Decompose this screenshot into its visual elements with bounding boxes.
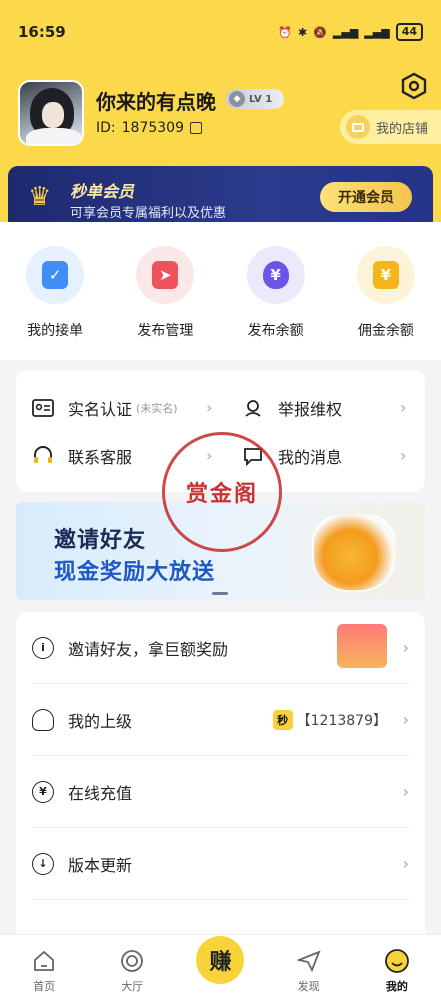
list-item-label: 版本更新 [68,855,133,875]
mute-icon: 🔕 [313,25,327,39]
user-id-label: ID: [96,120,116,136]
vip-banner[interactable]: ♛ 秒单会员 可享会员专属福利以及优惠 开通会员 [8,166,433,228]
chevron-right-icon: › [206,398,213,417]
menu-messages-label: 我的消息 [278,448,343,467]
username: 你来的有点晚 [96,90,216,114]
nav-discover[interactable]: 发现 [274,948,344,994]
user-id-value: 1875309 [121,120,184,136]
yen-circle-icon: ¥ [32,780,54,803]
carousel-indicator [212,592,228,595]
signal-icon-2: ▂▄▆ [364,25,390,39]
quick-label: 我的接单 [27,323,84,339]
level-icon: ◆ [229,91,245,107]
status-time: 16:59 [18,23,66,41]
nav-hall-label: 大厅 [121,980,144,993]
menu-support-label: 联系客服 [68,448,133,467]
paper-plane-icon [296,948,322,974]
quick-actions: ✓ 我的接单 ➤ 发布管理 ¥ 发布余额 ¥ 佣金余额 [0,222,441,360]
bottom-nav: 首页 大厅 赚 发现 我的 [0,934,441,1000]
signal-icon: ▂▄▆ [332,25,359,39]
user-id: ID: 1875309 [96,120,202,136]
earn-button[interactable]: 赚 [196,936,245,984]
nav-hall[interactable]: 大厅 [97,948,167,994]
menu-real-name[interactable]: 实名认证 (未实名) [32,396,178,420]
gift-house-image [337,624,387,668]
nav-home[interactable]: 首页 [9,948,79,994]
target-icon [119,948,145,974]
coin-jar-image [312,514,396,592]
vip-subtitle: 可享会员专属福利以及优惠 [70,206,227,221]
shield-person-icon [242,397,264,419]
menu-report-label: 举报维权 [278,400,343,419]
yen-ticket-icon: ¥ [356,246,415,304]
person-icon [32,708,54,731]
paper-plane-icon: ➤ [136,246,195,304]
quick-publish-manage[interactable]: ➤ 发布管理 [115,246,215,360]
miao-badge-icon: 秒 [272,709,293,730]
list-item-label: 在线充值 [68,783,133,803]
level-badge: ◆ LV 1 [226,89,284,109]
alarm-icon: ⏰ [278,25,292,39]
watermark-stamp: 赏金阁 [162,432,282,552]
battery-icon: 44 [395,23,423,41]
shop-icon [346,115,370,139]
avatar[interactable] [18,80,84,146]
menu-real-name-note: (未实名) [136,402,178,415]
list-item-superior[interactable]: 我的上级 秒 【1213879】 › [32,684,409,756]
quick-label: 发布余额 [247,323,304,339]
status-icons: ⏰ ✱ 🔕 ▂▄▆ ▂▄▆ 44 [278,23,423,41]
quick-label: 发布管理 [137,323,194,339]
nav-discover-label: 发现 [297,980,320,993]
clipboard-check-icon: ✓ [26,246,85,304]
promo-line1: 邀请好友 [54,528,147,553]
superior-id: 【1213879】 [296,712,387,729]
stamp-text: 赏金阁 [185,481,258,507]
money-bag-icon: ¥ [246,246,305,304]
quick-commission-balance[interactable]: ¥ 佣金余额 [336,246,436,360]
update-circle-icon: ↓ [32,852,54,875]
my-shop-label: 我的店铺 [376,121,429,137]
list-item-invite[interactable]: i 邀请好友，拿巨额奖励 › [32,612,409,684]
list-item-label: 邀请好友，拿巨额奖励 [68,639,229,659]
chevron-right-icon: › [400,398,407,417]
smiley-icon [384,948,410,974]
quick-label: 佣金余额 [357,323,414,339]
quick-my-orders[interactable]: ✓ 我的接单 [5,246,105,360]
home-icon [31,948,57,974]
headset-icon [32,445,54,467]
open-vip-button[interactable]: 开通会员 [320,182,412,212]
chevron-right-icon: › [402,782,409,801]
id-card-icon [32,397,54,419]
menu-real-name-label: 实名认证 [68,400,133,419]
chevron-right-icon: › [402,854,409,873]
menu-report[interactable]: 举报维权 [242,396,342,420]
my-shop-button[interactable]: 我的店铺 [340,110,441,144]
chevron-right-icon: › [402,638,409,657]
quick-publish-balance[interactable]: ¥ 发布余额 [226,246,326,360]
info-circle-icon: i [32,636,54,659]
nav-home-label: 首页 [33,980,56,993]
list-item-recharge[interactable]: ¥ 在线充值 › [32,756,409,828]
menu-support[interactable]: 联系客服 [32,444,132,468]
nav-mine-label: 我的 [385,980,408,993]
level-text: LV 1 [249,93,273,105]
promo-line2: 现金奖励大放送 [54,560,216,585]
chevron-right-icon: › [402,710,409,729]
copy-icon[interactable] [190,122,202,134]
list-item-update[interactable]: ↓ 版本更新 › [32,828,409,900]
bluetooth-icon: ✱ [297,25,308,39]
nav-earn[interactable]: 赚 [185,936,255,994]
chevron-right-icon: › [400,446,407,465]
nav-mine[interactable]: 我的 [362,948,432,994]
crown-icon: ♛ [28,182,52,212]
status-bar: 16:59 ⏰ ✱ 🔕 ▂▄▆ ▂▄▆ 44 [0,0,441,64]
settings-hexagon-icon[interactable] [400,72,428,100]
list-item-label: 我的上级 [68,711,133,731]
superior-value: 秒 【1213879】 [272,709,387,730]
vip-title: 秒单会员 [70,182,135,201]
